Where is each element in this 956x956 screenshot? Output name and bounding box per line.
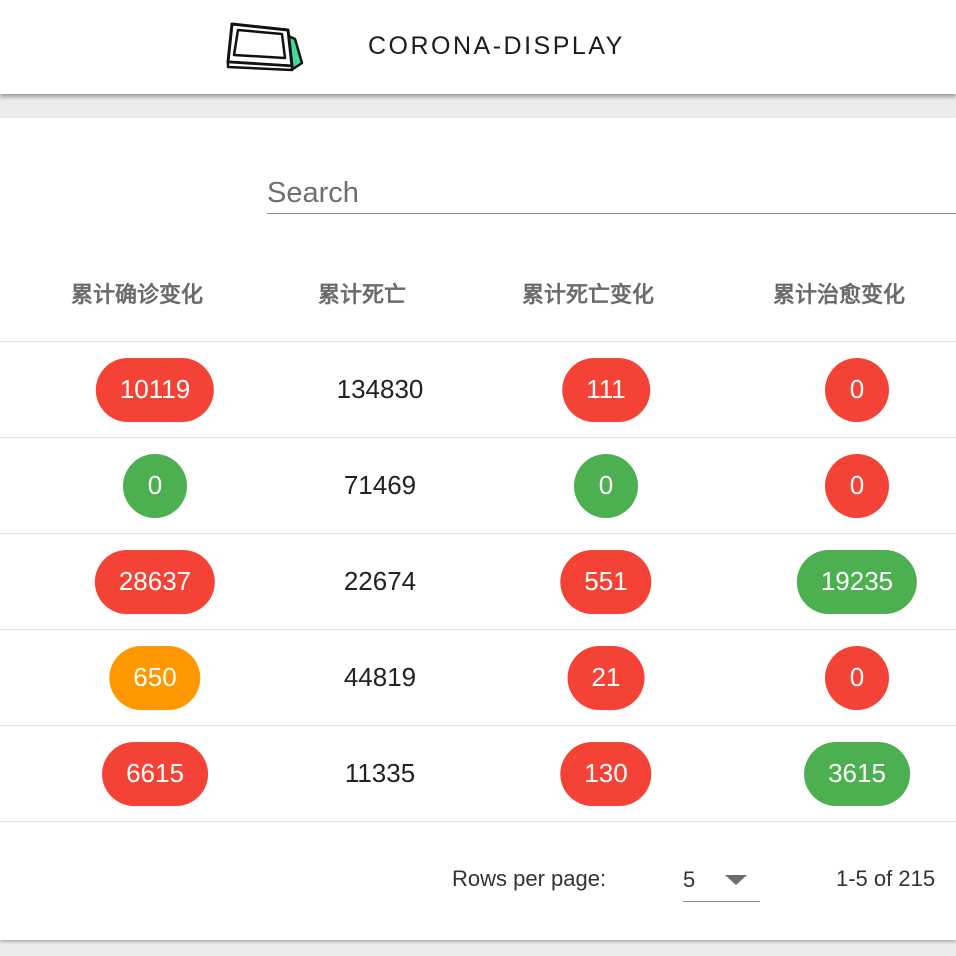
deaths-value: 134830 <box>336 374 424 404</box>
table-row: 28637 22674 551 19235 <box>0 534 956 630</box>
pagination-range: 1-5 of 215 <box>836 866 936 891</box>
table-row: 10119 134830 111 0 <box>0 342 956 438</box>
deaths-change-chip: 551 <box>560 549 652 614</box>
confirmed-change-chip: 28637 <box>94 549 216 614</box>
confirmed-change-chip: 10119 <box>95 357 215 422</box>
display-device-icon <box>226 22 304 72</box>
cured-change-chip: 19235 <box>796 549 918 614</box>
deaths-value: 11335 <box>344 758 416 788</box>
caret-down-icon[interactable] <box>725 875 747 885</box>
search-input[interactable] <box>267 174 956 212</box>
rows-per-page-label: Rows per page: <box>452 866 607 891</box>
search-field[interactable] <box>267 174 956 214</box>
column-header-deaths[interactable]: 累计死亡 <box>318 244 406 341</box>
deaths-change-chip: 111 <box>562 357 650 422</box>
table-row: 650 44819 21 0 <box>0 630 956 726</box>
column-header-deaths-change[interactable]: 累计死亡变化 <box>522 244 654 341</box>
column-header-confirmed-change[interactable]: 累计确诊变化 <box>71 244 203 341</box>
deaths-value: 44819 <box>343 662 417 692</box>
rows-per-page-select[interactable]: 5 <box>683 858 760 902</box>
data-table-card: 累计确诊变化 累计死亡 累计死亡变化 累计治愈变化 10119 134830 1… <box>0 118 956 940</box>
table-row: 0 71469 0 0 <box>0 438 956 534</box>
app-title: CORONA-DISPLAY <box>368 32 625 60</box>
table-row: 6615 11335 130 3615 <box>0 726 956 822</box>
deaths-change-chip: 21 <box>567 645 645 710</box>
deaths-value: 71469 <box>343 470 417 500</box>
cured-change-chip: 0 <box>825 645 889 710</box>
confirmed-change-chip: 6615 <box>102 741 208 806</box>
cured-change-chip: 3615 <box>804 741 910 806</box>
deaths-change-chip: 130 <box>560 741 652 806</box>
table-pagination: Rows per page: 5 1-5 of 215 <box>0 844 956 914</box>
table-header-row: 累计确诊变化 累计死亡 累计死亡变化 累计治愈变化 <box>0 244 956 342</box>
deaths-change-chip: 0 <box>574 453 638 518</box>
rows-per-page-value: 5 <box>683 867 696 892</box>
confirmed-change-chip: 650 <box>109 645 201 710</box>
deaths-value: 22674 <box>343 566 417 596</box>
cured-change-chip: 0 <box>825 453 889 518</box>
column-header-cured-change[interactable]: 累计治愈变化 <box>773 244 905 341</box>
app-bar: CORONA-DISPLAY <box>0 0 956 94</box>
confirmed-change-chip: 0 <box>123 453 187 518</box>
cured-change-chip: 0 <box>825 357 889 422</box>
